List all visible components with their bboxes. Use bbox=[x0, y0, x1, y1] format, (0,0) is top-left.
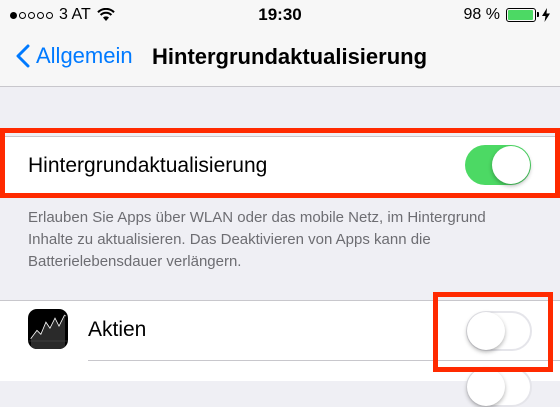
next-app-refresh-toggle[interactable] bbox=[466, 367, 532, 407]
navigation-bar: Allgemein Hintergrundaktualisierung bbox=[0, 30, 560, 87]
battery-level-fill bbox=[508, 10, 534, 20]
master-setting-group: Hintergrundaktualisierung bbox=[0, 136, 560, 196]
master-setting-cell: Hintergrundaktualisierung bbox=[0, 137, 560, 195]
background-refresh-toggle[interactable] bbox=[465, 145, 531, 185]
chevron-left-icon bbox=[16, 44, 30, 68]
section-footer: Erlauben Sie Apps über WLAN oder das mob… bbox=[28, 209, 486, 270]
back-button[interactable]: Allgemein bbox=[16, 43, 133, 69]
aktien-refresh-toggle[interactable] bbox=[466, 311, 532, 351]
status-bar: 3 AT 19:30 98 % bbox=[0, 0, 560, 30]
toggle-knob bbox=[467, 312, 505, 350]
toggle-knob bbox=[492, 146, 530, 184]
master-setting-label: Hintergrundaktualisierung bbox=[28, 154, 268, 177]
battery-icon bbox=[506, 8, 539, 22]
status-right: 98 % bbox=[464, 6, 550, 24]
page-title: Hintergrundaktualisierung bbox=[152, 44, 428, 69]
charging-bolt-icon bbox=[542, 8, 550, 22]
apps-list: Aktien bbox=[0, 300, 560, 407]
battery-percent: 98 % bbox=[463, 6, 500, 23]
back-button-label: Allgemein bbox=[36, 43, 133, 68]
list-item: Aktien bbox=[0, 301, 560, 359]
row-divider bbox=[88, 360, 560, 361]
app-name: Aktien bbox=[88, 318, 147, 341]
stocks-icon bbox=[28, 309, 68, 349]
